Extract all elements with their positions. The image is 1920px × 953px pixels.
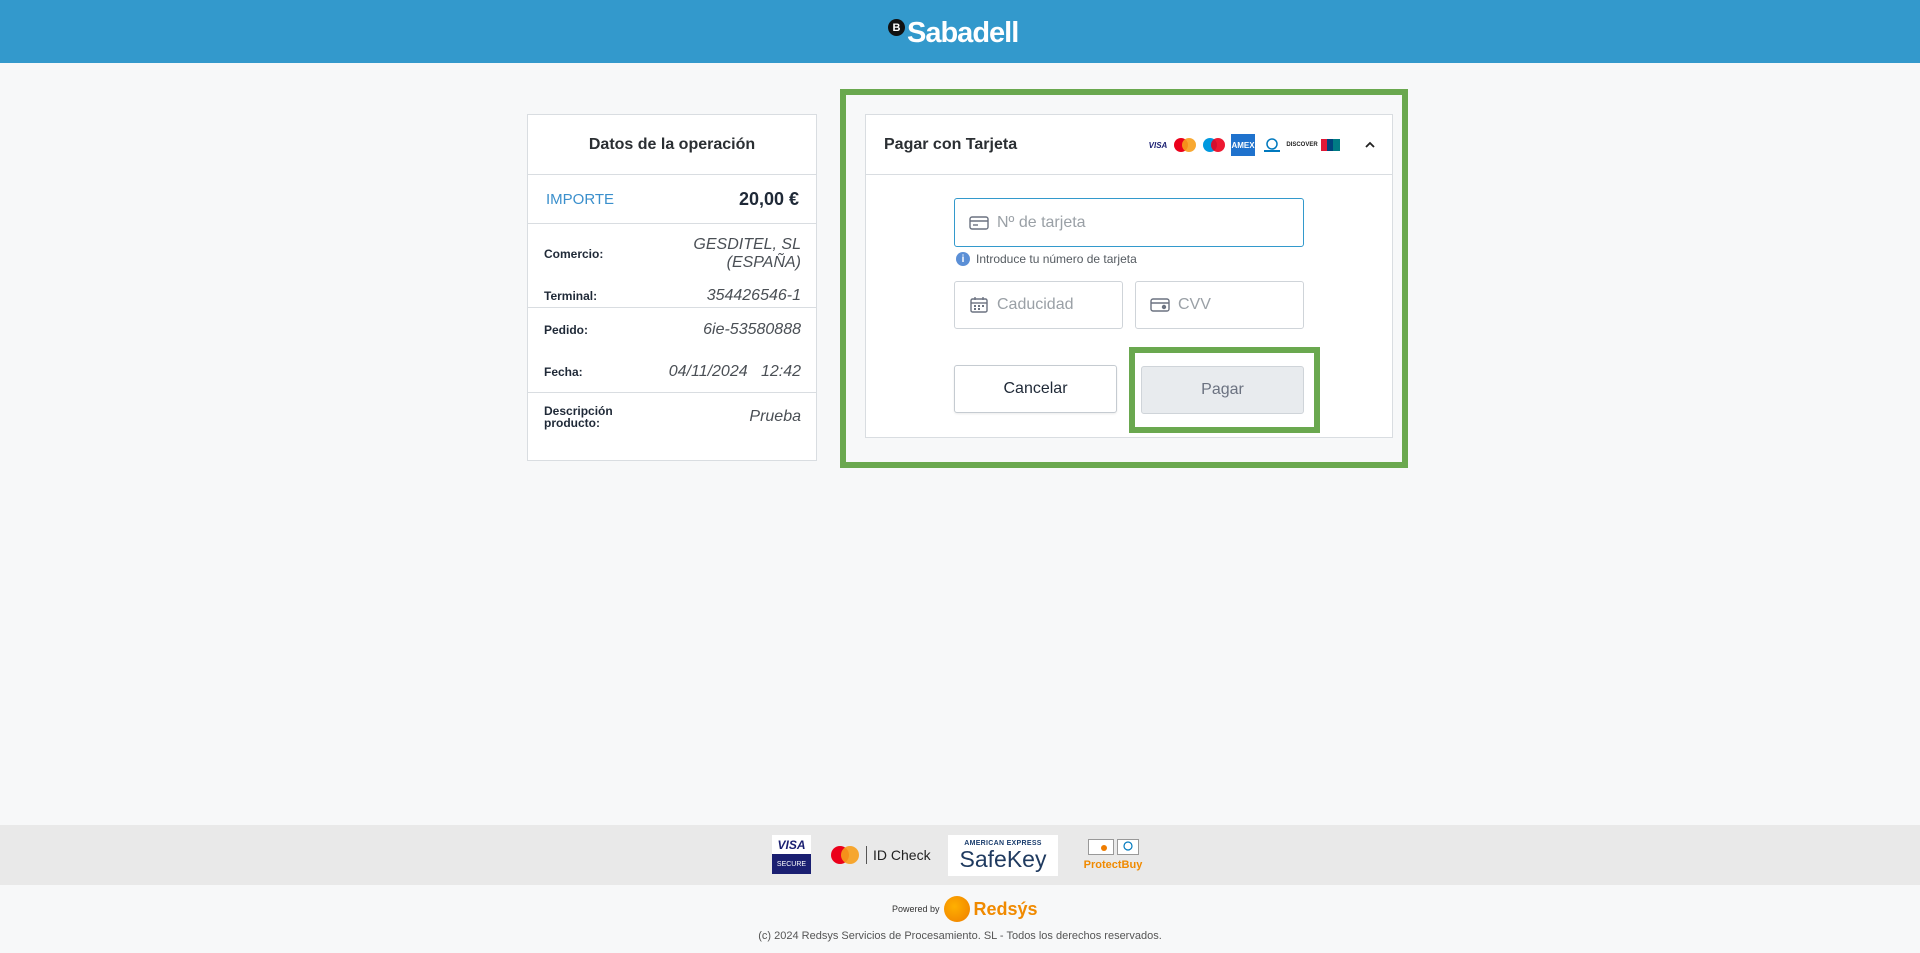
visa-secure-bottom: SECURE <box>772 854 811 874</box>
summary-title: Datos de la operación <box>528 115 816 175</box>
merchant-label: Comercio: <box>544 247 604 261</box>
terminal-row: Terminal: 354426546-1 <box>528 284 816 308</box>
card-number-hint-text: Introduce tu número de tarjeta <box>976 252 1137 266</box>
card-number-hint: i Introduce tu número de tarjeta <box>956 252 1137 266</box>
protectbuy-text: ProtectBuy <box>1083 859 1143 871</box>
powered-by-redsys: Powered by Redsýs <box>892 896 1038 922</box>
mastercard-logo-icon <box>831 846 859 864</box>
visa-secure-logo: VISA SECURE <box>772 835 811 874</box>
cancel-button[interactable]: Cancelar <box>954 365 1117 413</box>
description-row: Descripción producto: Prueba <box>528 393 816 441</box>
terminal-label: Terminal: <box>544 288 598 303</box>
merchant-row: Comercio: GESDITEL, SL (ESPAÑA) <box>528 224 816 284</box>
amount-label: IMPORTE <box>546 190 615 208</box>
protectbuy-cards <box>1087 839 1139 855</box>
copyright-text: (c) 2024 Redsys Servicios de Procesamien… <box>758 930 1162 942</box>
redsys-logo-icon <box>943 896 970 922</box>
order-label: Pedido: <box>544 322 588 337</box>
mastercard-icon <box>1173 134 1197 156</box>
order-row: Pedido: 6ie-53580888 <box>528 308 816 351</box>
operation-summary: Datos de la operación IMPORTE 20,00 € Co… <box>527 114 817 461</box>
safekey-text: SafeKey <box>959 846 1047 872</box>
cvv-card-icon <box>1150 298 1170 312</box>
info-icon: i <box>956 252 970 266</box>
date-label: Fecha: <box>544 364 583 379</box>
description-label: Descripción producto: <box>544 404 613 430</box>
date-value: 04/11/2024 12:42 <box>668 362 801 380</box>
mastercard-idcheck-logo: ID Check <box>830 843 931 867</box>
calendar-icon <box>970 297 988 313</box>
protectbuy-logo: ProtectBuy <box>1080 833 1146 877</box>
card-payment-title: Pagar con Tarjeta <box>884 135 1018 153</box>
visa-icon: VISA <box>1148 140 1168 150</box>
cvv-input[interactable] <box>1178 282 1303 328</box>
description-value: Prueba <box>749 408 801 425</box>
amount-row: IMPORTE 20,00 € <box>528 175 816 224</box>
card-number-input[interactable] <box>997 199 1303 246</box>
id-check-text: ID Check <box>873 847 931 863</box>
pay-button[interactable]: Pagar <box>1141 366 1304 414</box>
logo-mark: B <box>888 19 905 36</box>
card-brands: VISA AMEX DISCOVER <box>1148 134 1342 156</box>
maestro-icon <box>1202 134 1226 156</box>
powered-by-text: Powered by <box>892 904 940 914</box>
expiry-field[interactable] <box>954 281 1123 329</box>
cvv-field[interactable] <box>1135 281 1304 329</box>
discover-icon: DISCOVER <box>1286 142 1318 148</box>
card-payment-header[interactable]: Pagar con Tarjeta VISA AMEX DISCOVER <box>866 115 1392 175</box>
diners-card-icon <box>1116 839 1139 855</box>
terminal-value: 354426546-1 <box>706 286 801 304</box>
unionpay-icon <box>1320 134 1342 156</box>
date-row: Fecha: 04/11/2024 12:42 <box>528 351 816 393</box>
logo-text: Sabadell <box>907 17 1019 49</box>
chevron-up-icon[interactable] <box>1364 137 1376 153</box>
amex-icon: AMEX <box>1231 134 1255 156</box>
merchant-value: GESDITEL, SL (ESPAÑA) <box>693 236 801 271</box>
discover-card-icon <box>1087 839 1114 855</box>
amount-value: 20,00 € <box>738 188 799 209</box>
visa-secure-top: VISA <box>772 835 811 854</box>
expiry-input[interactable] <box>997 282 1122 328</box>
redsys-text: Redsýs <box>973 898 1038 919</box>
sabadell-logo: B Sabadell <box>888 17 1019 49</box>
amex-safekey-logo: AMERICAN EXPRESS SafeKey <box>948 835 1058 876</box>
order-value: 6ie-53580888 <box>703 320 801 338</box>
card-icon <box>969 215 989 230</box>
diners-icon <box>1260 134 1284 156</box>
card-number-field[interactable] <box>954 198 1304 247</box>
top-header: B Sabadell <box>0 0 1920 63</box>
